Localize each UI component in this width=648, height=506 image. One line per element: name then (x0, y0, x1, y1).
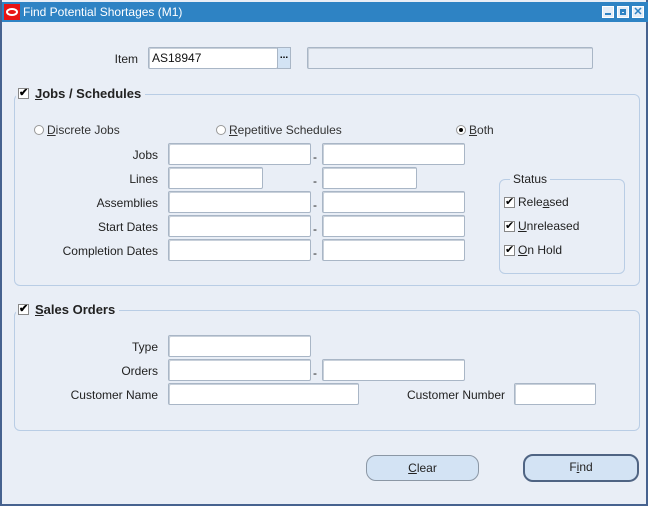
type-label: Type (131, 340, 158, 354)
orders-to-input[interactable] (322, 359, 465, 381)
orders-range-separator: - (313, 366, 317, 380)
title-bar[interactable]: Find Potential Shortages (M1) ✕ (2, 2, 648, 22)
on-hold-checkbox[interactable] (504, 243, 515, 256)
jobs-schedules-header[interactable]: Jobs / Schedules (16, 86, 146, 101)
radio-repetitive-schedules[interactable]: Repetitive Schedules (216, 123, 342, 137)
radio-both-icon[interactable] (456, 125, 466, 135)
radio-discrete-jobs[interactable]: Discrete Jobs (34, 123, 120, 137)
jobs-label: Jobs (132, 148, 158, 162)
start-dates-to-input[interactable] (322, 215, 465, 237)
item-description-field (307, 47, 593, 69)
sales-orders-header[interactable]: Sales Orders (16, 302, 120, 317)
completion-dates-to-input[interactable] (322, 239, 465, 261)
released-label: Released (518, 195, 569, 209)
radio-repetitive-schedules-icon[interactable] (216, 125, 226, 135)
completion-dates-from-input[interactable] (168, 239, 311, 261)
start-dates-from-input[interactable] (168, 215, 311, 237)
jobs-schedules-title: Jobs / Schedules (35, 86, 142, 101)
close-icon[interactable]: ✕ (632, 6, 644, 18)
start-dates-label: Start Dates (97, 220, 158, 234)
maximize-icon[interactable] (617, 6, 629, 18)
unreleased-label: Unreleased (518, 219, 580, 233)
jobs-schedules-checkbox[interactable] (18, 86, 29, 99)
lines-to-input[interactable] (322, 167, 417, 189)
radio-both[interactable]: Both (456, 123, 494, 137)
completion-dates-label: Completion Dates (62, 244, 158, 258)
item-input[interactable] (148, 47, 278, 69)
released-checkbox[interactable] (504, 195, 515, 208)
start-dates-range-separator: - (313, 222, 317, 236)
status-released[interactable]: Released (504, 195, 569, 209)
assemblies-label: Assemblies (96, 196, 158, 210)
customer-number-input[interactable] (514, 383, 596, 405)
lines-from-input[interactable] (168, 167, 263, 189)
jobs-from-input[interactable] (168, 143, 311, 165)
lines-range-separator: - (313, 174, 317, 188)
sales-orders-title: Sales Orders (35, 302, 116, 317)
customer-number-label: Customer Number (406, 388, 505, 402)
on-hold-label: On Hold (518, 243, 563, 257)
customer-name-input[interactable] (168, 383, 359, 405)
clear-button[interactable]: Clear (366, 455, 479, 481)
assemblies-to-input[interactable] (322, 191, 465, 213)
find-button[interactable]: Find (523, 454, 639, 482)
unreleased-checkbox[interactable] (504, 219, 515, 232)
status-on-hold[interactable]: On Hold (504, 243, 562, 257)
window-title: Find Potential Shortages (M1) (23, 5, 183, 19)
item-lov-button[interactable]: ... (277, 47, 291, 69)
jobs-to-input[interactable] (322, 143, 465, 165)
jobs-range-separator: - (313, 150, 317, 164)
radio-discrete-jobs-icon[interactable] (34, 125, 44, 135)
orders-label: Orders (121, 364, 158, 378)
item-label: Item (114, 52, 138, 66)
assemblies-range-separator: - (313, 198, 317, 212)
lines-label: Lines (129, 172, 158, 186)
minimize-icon[interactable] (602, 6, 614, 18)
status-title: Status (510, 172, 551, 186)
oracle-logo-icon (4, 4, 20, 20)
completion-dates-range-separator: - (313, 246, 317, 260)
status-unreleased[interactable]: Unreleased (504, 219, 579, 233)
type-input[interactable] (168, 335, 311, 357)
orders-from-input[interactable] (168, 359, 311, 381)
sales-orders-checkbox[interactable] (18, 302, 29, 315)
customer-name-label: Customer Name (70, 388, 158, 402)
assemblies-from-input[interactable] (168, 191, 311, 213)
find-potential-shortages-window: Find Potential Shortages (M1) ✕ Item ...… (0, 0, 648, 506)
